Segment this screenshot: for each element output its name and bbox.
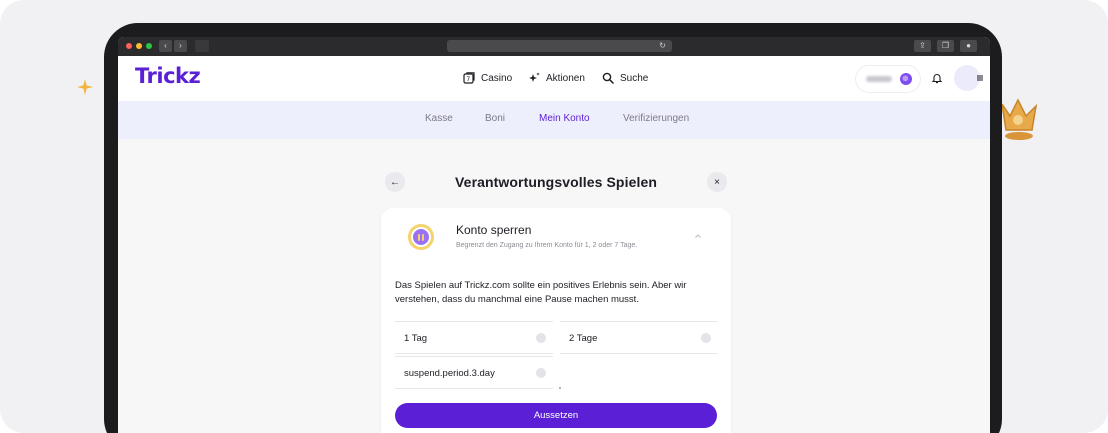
- tabs-icon[interactable]: ❐: [937, 40, 954, 52]
- sparkles-icon: [529, 72, 540, 82]
- nav-suche-label: Suche: [620, 72, 649, 84]
- option-2-days[interactable]: 2 Tage: [560, 321, 718, 354]
- tab-kasse[interactable]: Kasse: [425, 113, 453, 124]
- coin-icon: [900, 73, 912, 85]
- nav-aktionen[interactable]: Aktionen: [528, 70, 585, 86]
- browser-screen: ‹ › ↻ ⇪ ❐ ● Trickz 7 Casino Aktionen Suc…: [118, 37, 990, 433]
- nav-suche[interactable]: Suche: [602, 70, 648, 86]
- tab-boni[interactable]: Boni: [485, 113, 505, 124]
- browser-toolbar: ‹ › ↻ ⇪ ❐ ●: [118, 37, 990, 56]
- share-icon[interactable]: ⇪: [914, 40, 931, 52]
- option-1-day[interactable]: 1 Tag: [395, 321, 553, 354]
- chevron-up-icon[interactable]: [694, 232, 702, 240]
- option-3-days[interactable]: suspend.period.3.day: [395, 356, 553, 389]
- balance-pill[interactable]: [856, 66, 920, 92]
- casino-icon: 7: [463, 72, 475, 84]
- window-close-button[interactable]: [126, 43, 132, 49]
- sidebar-toggle-button[interactable]: [195, 40, 209, 52]
- radio-button[interactable]: [536, 368, 546, 378]
- crown-mascot-icon: [1001, 98, 1038, 140]
- nav-aktionen-label: Aktionen: [546, 72, 585, 84]
- account-subnav: Kasse Boni Mein Konto Verifizierungen: [118, 101, 990, 139]
- radio-button[interactable]: [536, 333, 546, 343]
- suspend-button[interactable]: Aussetzen: [395, 403, 717, 428]
- balance-amount-hidden: [866, 76, 892, 82]
- nav-casino-label: Casino: [481, 72, 513, 84]
- modal-title: Verantwortungsvolles Spielen: [455, 174, 657, 190]
- svg-text:7: 7: [466, 76, 470, 83]
- reload-icon[interactable]: ↻: [659, 40, 666, 52]
- address-bar[interactable]: ↻: [447, 40, 672, 52]
- site-logo[interactable]: Trickz: [135, 64, 201, 88]
- pause-icon: [408, 224, 434, 250]
- window-minimize-button[interactable]: [136, 43, 142, 49]
- card-body-text: Das Spielen auf Trickz.com sollte ein po…: [395, 280, 687, 305]
- menu-icon[interactable]: [977, 75, 983, 81]
- sparkle-icon: [77, 79, 93, 95]
- close-button[interactable]: ×: [707, 172, 727, 192]
- download-icon[interactable]: ●: [960, 40, 977, 52]
- browser-back-button[interactable]: ‹: [159, 40, 172, 52]
- search-icon: [602, 72, 614, 84]
- option-label: 2 Tage: [569, 333, 598, 344]
- site-header: Trickz 7 Casino Aktionen Suche: [118, 56, 990, 101]
- browser-forward-button[interactable]: ›: [174, 40, 187, 52]
- card-subtitle: Begrenzt den Zugang zu Ihrem Konto für 1…: [456, 242, 638, 249]
- nav-casino[interactable]: 7 Casino: [463, 70, 512, 86]
- window-maximize-button[interactable]: [146, 43, 152, 49]
- option-label: suspend.period.3.day: [404, 368, 495, 379]
- bell-icon[interactable]: [931, 72, 943, 84]
- radio-button[interactable]: [701, 333, 711, 343]
- tab-mein-konto[interactable]: Mein Konto: [539, 113, 590, 124]
- back-button[interactable]: ←: [385, 172, 405, 192]
- divider-dot: [559, 387, 561, 389]
- page-background: ‹ › ↻ ⇪ ❐ ● Trickz 7 Casino Aktionen Suc…: [0, 0, 1108, 433]
- tab-verifizierungen[interactable]: Verifizierungen: [623, 113, 689, 124]
- option-label: 1 Tag: [404, 333, 428, 344]
- card-title: Konto sperren: [456, 223, 532, 237]
